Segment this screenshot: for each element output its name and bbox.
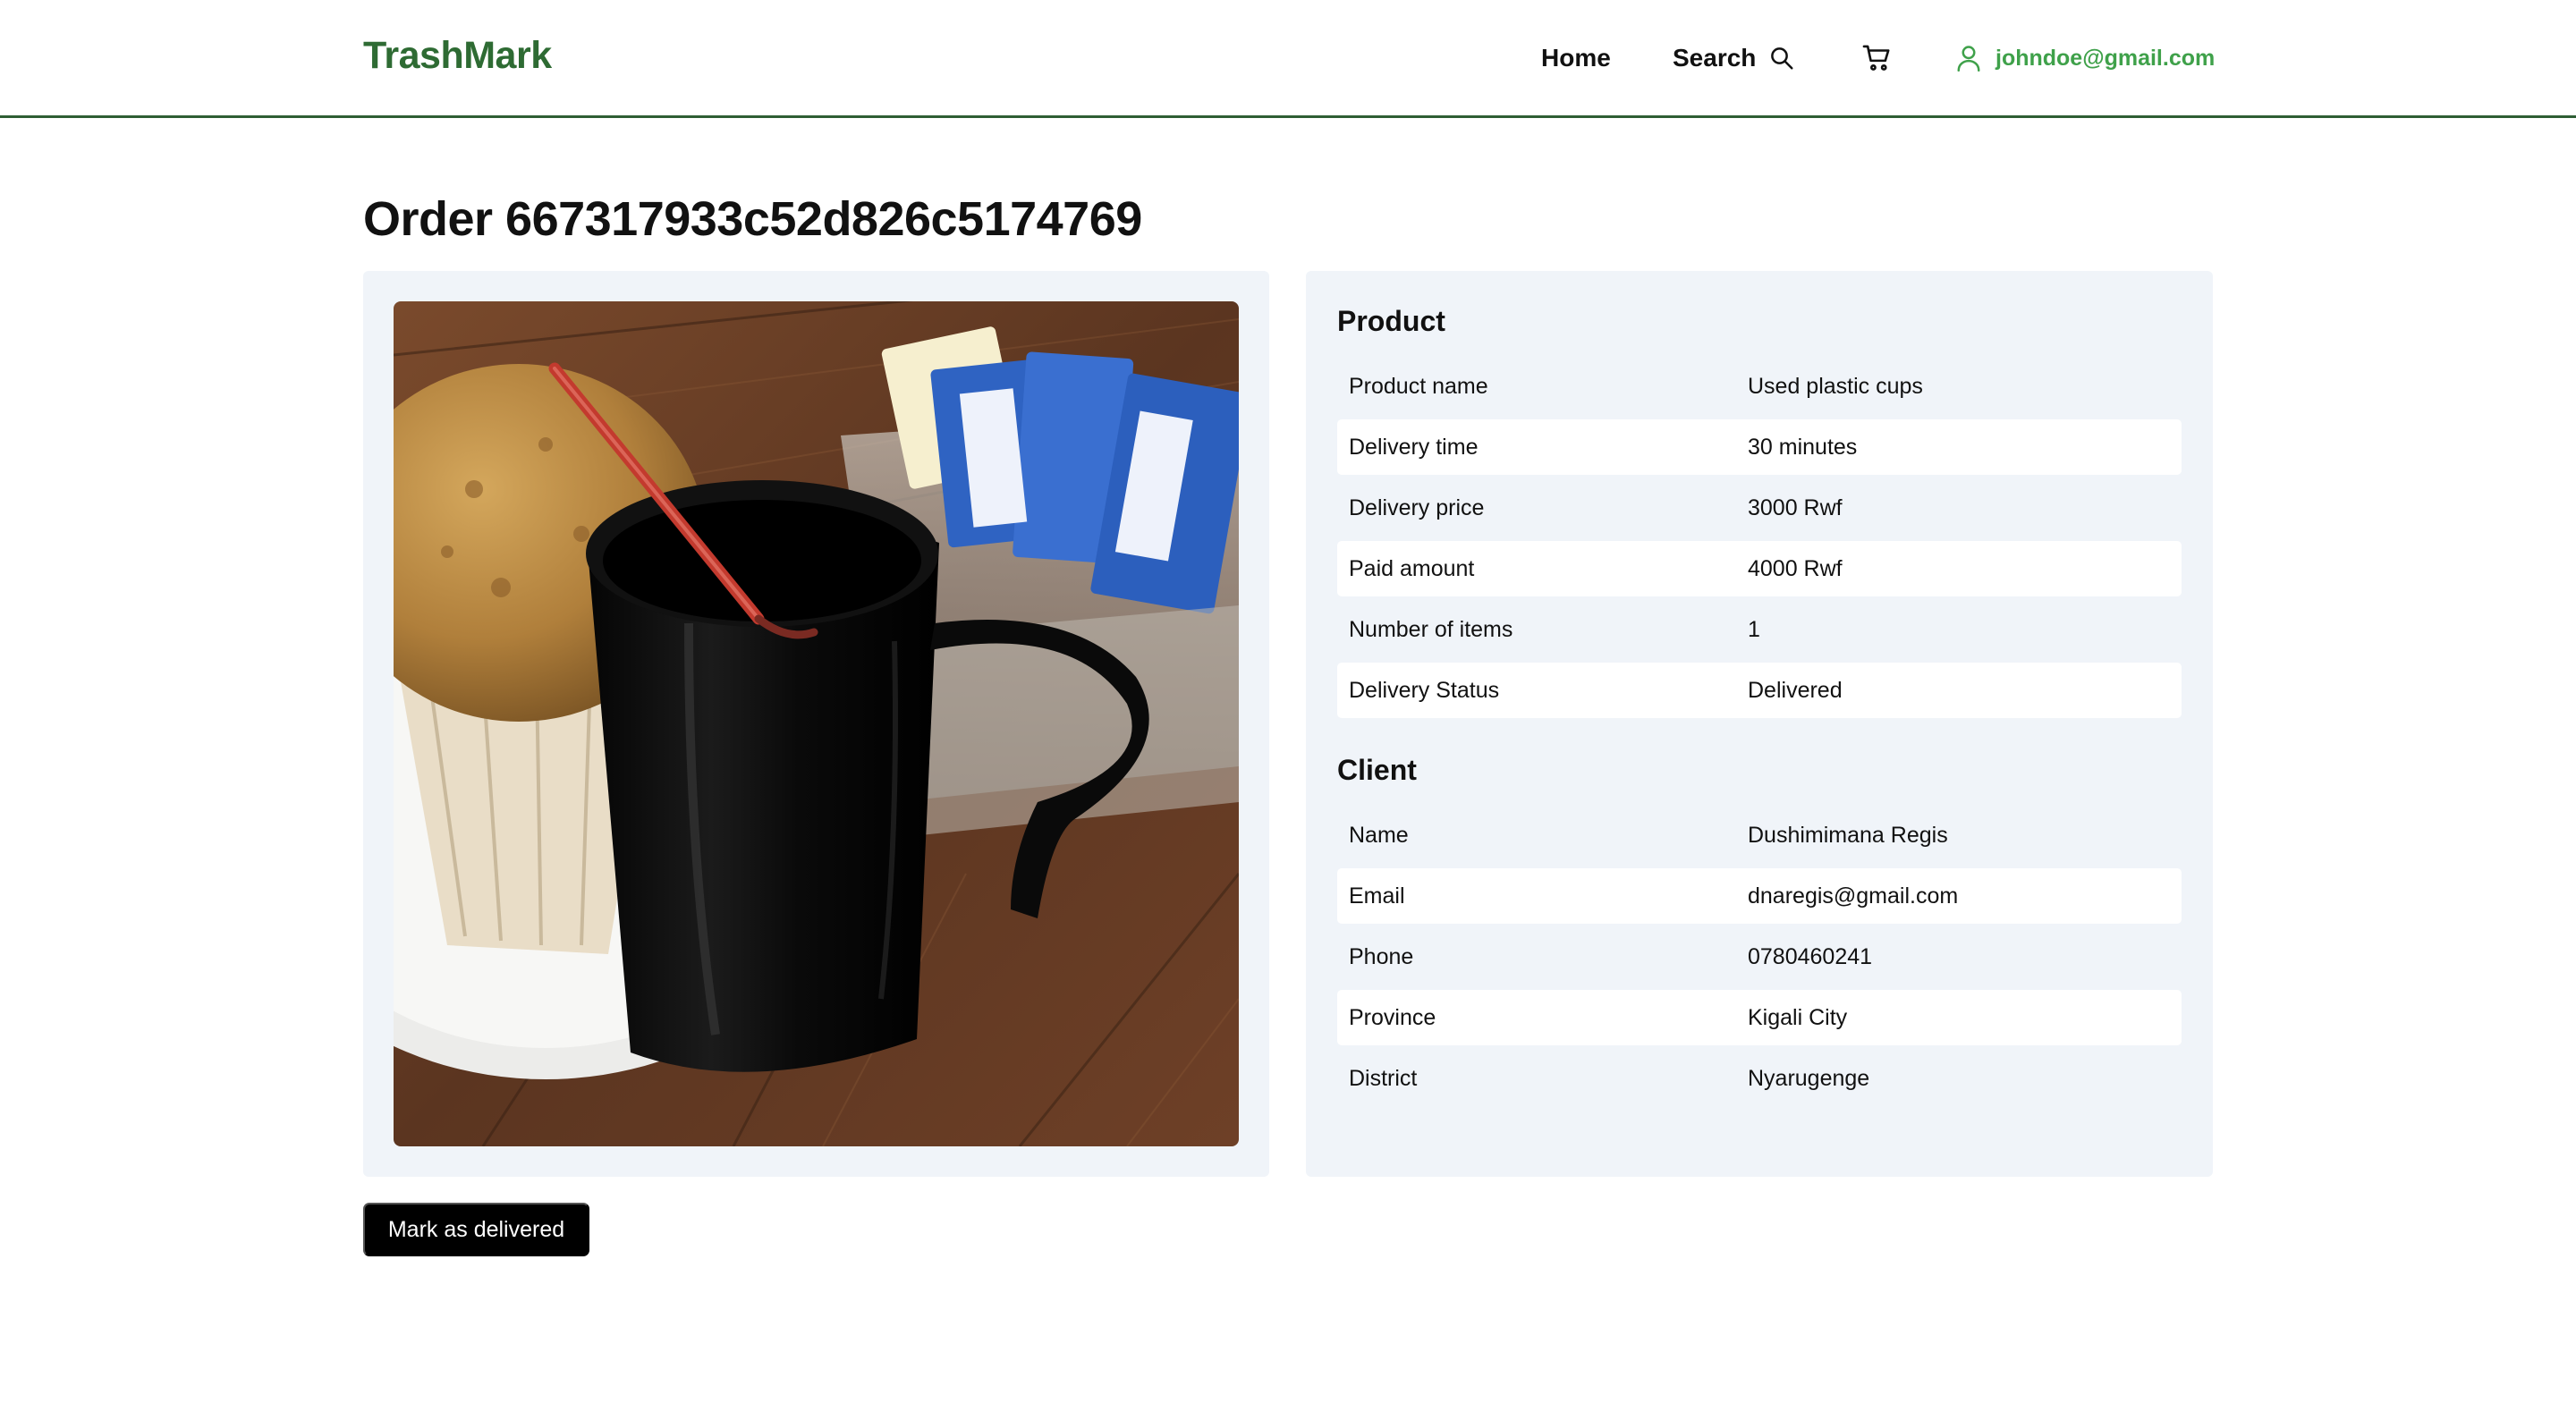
detail-value: 0780460241 [1748, 943, 1873, 969]
product-section-title: Product [1337, 305, 1445, 337]
detail-value: 30 minutes [1748, 434, 1858, 460]
detail-row-delivery-status: Delivery Status Delivered [1337, 663, 2182, 718]
detail-label: Delivery Status [1349, 677, 1500, 703]
top-navbar: TrashMark Home Search johndoe@gmail.com [0, 0, 2576, 118]
detail-row-product-name: Product name Used plastic cups [1337, 359, 2182, 414]
cart-icon [1862, 44, 1893, 72]
detail-row-delivery-price: Delivery price 3000 Rwf [1337, 480, 2182, 536]
detail-label: Delivery time [1349, 434, 1479, 460]
mark-as-delivered-button[interactable]: Mark as delivered [363, 1203, 589, 1256]
product-photo [394, 301, 1239, 1146]
order-details-panel: Product Product name Used plastic cups D… [1306, 271, 2213, 1177]
search-icon [1768, 45, 1795, 72]
detail-label: Phone [1349, 943, 1414, 969]
detail-label: Name [1349, 822, 1409, 848]
user-icon [1956, 45, 1981, 72]
client-details-table: Name Dushimimana Regis Email dnaregis@gm… [1337, 807, 2182, 1111]
user-account-link[interactable]: johndoe@gmail.com [1956, 0, 2215, 116]
detail-row-client-district: District Nyarugenge [1337, 1051, 2182, 1106]
detail-value: Nyarugenge [1748, 1065, 1870, 1091]
user-email: johndoe@gmail.com [1996, 45, 2216, 71]
detail-row-delivery-time: Delivery time 30 minutes [1337, 419, 2182, 475]
detail-row-number-of-items: Number of items 1 [1337, 602, 2182, 657]
cart-button[interactable] [1862, 0, 1893, 116]
product-image-panel [363, 271, 1269, 1177]
detail-row-client-province: Province Kigali City [1337, 990, 2182, 1045]
product-details-table: Product name Used plastic cups Delivery … [1337, 359, 2182, 723]
detail-label: Delivery price [1349, 494, 1485, 520]
detail-value: Delivered [1748, 677, 1843, 703]
nav-home-link[interactable]: Home [1541, 0, 1611, 116]
detail-label: Paid amount [1349, 555, 1475, 581]
detail-label: Email [1349, 883, 1405, 909]
detail-row-client-phone: Phone 0780460241 [1337, 929, 2182, 985]
client-section-title: Client [1337, 754, 1417, 786]
detail-label: Province [1349, 1004, 1436, 1030]
detail-row-client-name: Name Dushimimana Regis [1337, 807, 2182, 863]
detail-label: District [1349, 1065, 1418, 1091]
detail-value: Kigali City [1748, 1004, 1848, 1030]
detail-row-paid-amount: Paid amount 4000 Rwf [1337, 541, 2182, 596]
detail-value: dnaregis@gmail.com [1748, 883, 1959, 909]
detail-label: Number of items [1349, 616, 1513, 642]
page-title: Order 667317933c52d826c5174769 [363, 192, 1142, 246]
brand-logo[interactable]: TrashMark [363, 34, 552, 78]
detail-value: 1 [1748, 616, 1760, 642]
detail-value: 4000 Rwf [1748, 555, 1843, 581]
nav-search-label: Search [1673, 44, 1757, 72]
detail-value: Dushimimana Regis [1748, 822, 1948, 848]
detail-row-client-email: Email dnaregis@gmail.com [1337, 868, 2182, 924]
detail-label: Product name [1349, 373, 1488, 399]
detail-value: 3000 Rwf [1748, 494, 1843, 520]
nav-search-link[interactable]: Search [1673, 0, 1795, 116]
detail-value: Used plastic cups [1748, 373, 1923, 399]
